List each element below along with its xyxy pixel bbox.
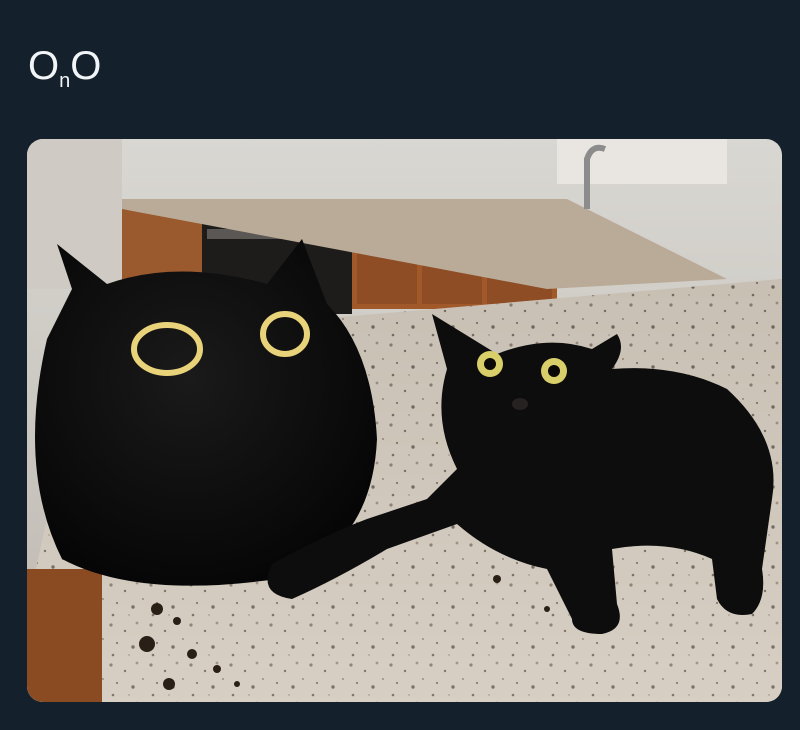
tweet-post: OnO (0, 0, 800, 730)
photo-illustration (27, 139, 782, 702)
post-text-o-left: O (28, 44, 60, 88)
window (557, 139, 727, 184)
post-text-o-right: O (70, 44, 102, 88)
cat-nose (512, 398, 528, 410)
post-text-subscript: n (59, 70, 71, 92)
post-image[interactable] (27, 139, 782, 702)
post-text: OnO (28, 42, 102, 92)
cabinet-front (27, 569, 102, 702)
